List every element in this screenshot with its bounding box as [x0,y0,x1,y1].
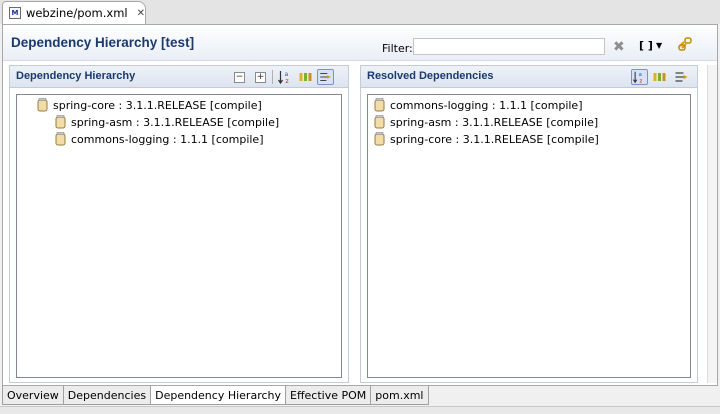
status-strip [0,406,720,414]
section-title: Dependency Hierarchy [16,70,136,82]
svg-text:a: a [639,72,642,78]
list-item[interactable]: commons-logging : 1.1.1 [compile] [374,97,583,113]
editor-tab-pom[interactable]: M webzine/pom.xml ✕ [2,1,146,24]
page-tabs: Overview Dependencies Dependency Hierarc… [2,386,718,406]
hierarchy-tree[interactable]: spring-core : 3.1.1.RELEASE [compile] sp… [16,94,342,378]
list-item[interactable]: spring-asm : 3.1.1.RELEASE [compile] [374,114,598,130]
resolved-list[interactable]: commons-logging : 1.1.1 [compile] spring… [367,94,691,378]
sort-icon[interactable]: a z [277,69,294,85]
tab-effective-pom[interactable]: Effective POM [285,386,372,405]
dependency-hierarchy-section: Dependency Hierarchy − + a z spring-core… [9,65,349,383]
jar-icon [37,98,48,112]
filter-options-icon[interactable]: [ ] [639,39,653,52]
section-header: Resolved Dependencies a z [361,66,697,88]
clear-filter-icon[interactable]: ✖ [613,39,625,55]
filter-hierarchy-icon[interactable] [317,69,334,85]
jar-icon [374,115,385,129]
pom-editor: Dependency Hierarchy [test] Filter: ✖ [ … [2,24,718,386]
jar-icon [374,132,385,146]
filter-input[interactable] [413,38,605,55]
jar-icon [374,98,385,112]
svg-text:z: z [286,78,289,85]
link-with-editor-icon[interactable] [677,36,693,52]
editor-tab-bar: M webzine/pom.xml ✕ [0,0,720,24]
expand-all-icon[interactable]: + [255,72,266,83]
collapse-all-icon[interactable]: − [234,72,245,83]
list-item[interactable]: spring-core : 3.1.1.RELEASE [compile] [374,131,599,147]
chevron-down-icon[interactable]: ▼ [656,41,662,50]
toolbar-separator [272,70,273,84]
tab-overview[interactable]: Overview [2,386,64,405]
filter-label: Filter: [382,42,413,55]
page-title: Dependency Hierarchy [test] [11,35,195,50]
list-item-label: commons-logging : 1.1.1 [compile] [390,98,583,112]
show-groupid-icon[interactable] [651,69,668,85]
sort-icon[interactable]: a z [631,69,648,85]
tree-item[interactable]: spring-core : 3.1.1.RELEASE [compile] [37,97,262,113]
show-groupid-icon[interactable] [297,69,314,85]
tree-item-label: spring-core : 3.1.1.RELEASE [compile] [53,98,262,112]
tab-dependency-hierarchy[interactable]: Dependency Hierarchy [150,386,286,405]
section-title: Resolved Dependencies [367,70,494,82]
tab-pom-xml[interactable]: pom.xml [370,386,429,405]
jar-icon [55,132,66,146]
vertical-scrollbar[interactable] [707,65,717,383]
form-header: Dependency Hierarchy [test] Filter: ✖ [ … [3,25,717,61]
list-item-label: spring-asm : 3.1.1.RELEASE [compile] [390,115,599,129]
resolved-dependencies-section: Resolved Dependencies a z commons-loggin… [360,65,698,383]
tab-dependencies[interactable]: Dependencies [62,386,152,405]
tree-item[interactable]: commons-logging : 1.1.1 [compile] [55,131,264,147]
svg-text:a: a [285,71,289,78]
editor-tab-label: webzine/pom.xml [25,6,128,20]
tree-item[interactable]: spring-asm : 3.1.1.RELEASE [compile] [55,114,279,130]
tree-item-label: commons-logging : 1.1.1 [compile] [71,132,264,146]
filter-list-icon[interactable] [673,69,690,85]
svg-text:z: z [640,78,643,84]
close-icon[interactable]: ✕ [137,8,145,19]
list-item-label: spring-core : 3.1.1.RELEASE [compile] [390,132,599,146]
jar-icon [55,115,66,129]
section-header: Dependency Hierarchy − + a z [10,66,348,88]
tree-item-label: spring-asm : 3.1.1.RELEASE [compile] [71,115,280,129]
maven-file-icon: M [9,7,21,19]
